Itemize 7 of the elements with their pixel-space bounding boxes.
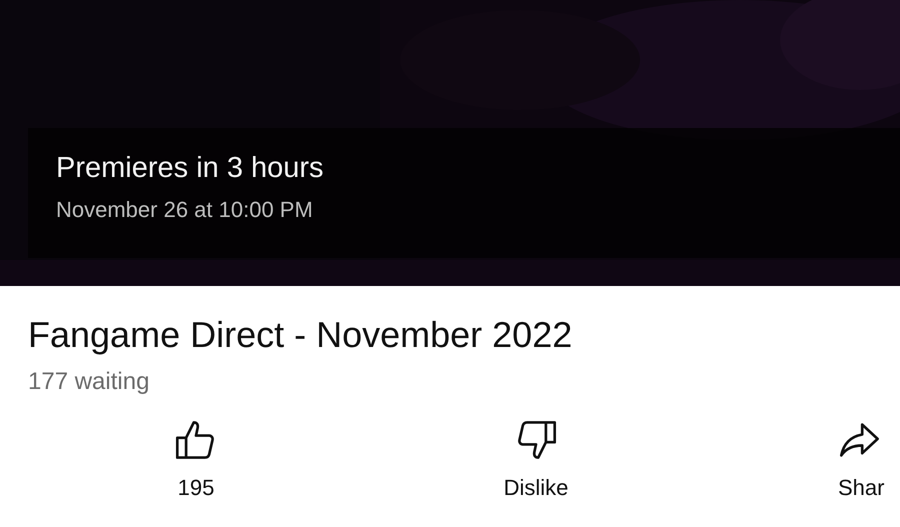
premiere-countdown: Premieres in 3 hours (56, 152, 325, 185)
premiere-date: November 26 at 10:00 PM (56, 197, 314, 223)
dislike-button[interactable]: Dislike (366, 418, 706, 500)
like-button[interactable]: 195 (26, 418, 366, 500)
waiting-count: 177 waiting (28, 368, 150, 396)
video-title: Fangame Direct - November 2022 (28, 314, 574, 356)
share-button[interactable]: Shar (838, 418, 884, 500)
